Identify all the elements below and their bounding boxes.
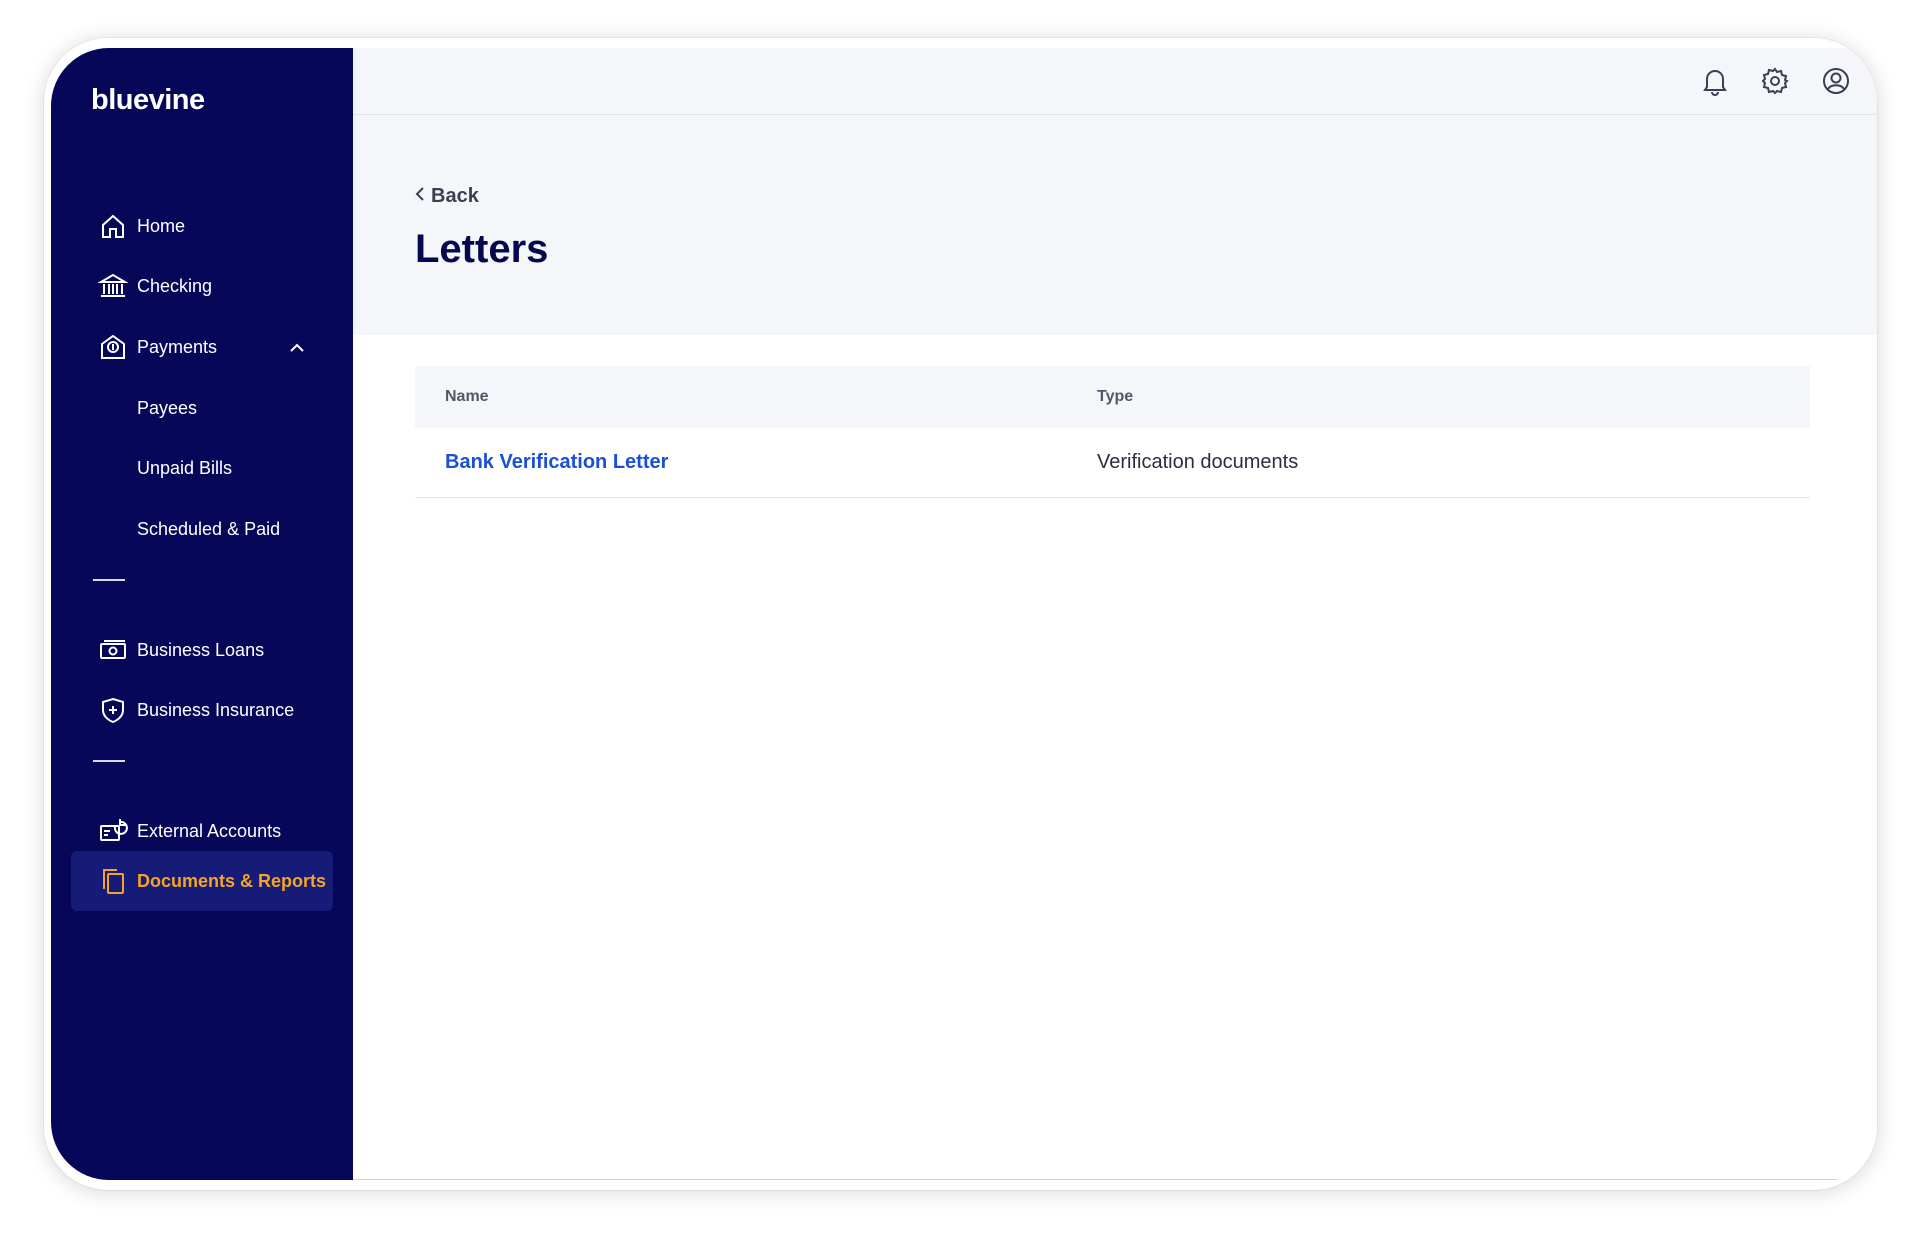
letters-table: Name Type Bank Verification Letter Verif… — [415, 366, 1810, 498]
sidebar-item-home[interactable]: Home — [71, 196, 333, 256]
sidebar-item-label: Unpaid Bills — [137, 457, 233, 478]
sidebar-item-label: Business Loans — [137, 639, 265, 660]
letter-type: Verification documents — [1097, 451, 1299, 473]
shield-icon — [93, 690, 133, 730]
money-icon — [93, 630, 133, 670]
sidebar-item-label: Business Insurance — [137, 699, 295, 720]
bank-icon — [93, 266, 133, 306]
column-header-name[interactable]: Name — [415, 388, 1097, 406]
home-icon — [93, 206, 133, 246]
external-accounts-icon — [93, 811, 133, 851]
chevron-up-icon[interactable] — [289, 337, 305, 358]
sidebar-item-label: Checking — [137, 275, 213, 296]
payments-icon — [93, 327, 133, 367]
nav-divider — [93, 760, 125, 762]
table-row[interactable]: Bank Verification Letter Verification do… — [415, 428, 1810, 498]
chevron-left-icon — [415, 185, 425, 208]
sidebar-item-unpaid-bills[interactable]: Unpaid Bills — [71, 438, 333, 498]
main-content: Back Letters Name Type Bank Verification… — [353, 48, 1877, 1180]
bluevine-logo[interactable]: bluevine — [91, 84, 205, 117]
bell-icon[interactable] — [1698, 64, 1732, 98]
back-link[interactable]: Back — [415, 185, 479, 208]
letter-name-link[interactable]: Bank Verification Letter — [445, 451, 668, 473]
sidebar-item-business-loans[interactable]: Business Loans — [71, 620, 333, 680]
sidebar-item-label: Scheduled & Paid — [137, 518, 281, 539]
sidebar-item-documents-reports[interactable]: Documents & Reports — [71, 851, 333, 911]
page-header: Back Letters — [353, 115, 1877, 335]
sidebar-item-label: Payees — [137, 397, 198, 418]
device-frame: bluevine Home Checking Payments Payees U… — [44, 38, 1877, 1190]
page-title: Letters — [415, 227, 549, 271]
sidebar-item-label: External Accounts — [137, 820, 282, 841]
sidebar-item-label: Payments — [137, 336, 218, 357]
top-bar — [353, 48, 1877, 115]
sidebar-item-payees[interactable]: Payees — [71, 378, 333, 438]
back-label: Back — [431, 185, 479, 207]
gear-icon[interactable] — [1758, 64, 1792, 98]
sidebar-item-label: Documents & Reports — [137, 870, 327, 891]
sidebar-item-scheduled-paid[interactable]: Scheduled & Paid — [71, 499, 333, 559]
user-circle-icon[interactable] — [1819, 64, 1853, 98]
table-header: Name Type — [415, 366, 1810, 428]
documents-icon — [93, 861, 133, 901]
bottom-divider — [353, 1179, 1837, 1180]
sidebar-item-payments[interactable]: Payments — [71, 317, 333, 377]
nav-divider — [93, 579, 125, 581]
sidebar-item-checking[interactable]: Checking — [71, 256, 333, 316]
sidebar-item-business-insurance[interactable]: Business Insurance — [71, 680, 333, 740]
column-header-type[interactable]: Type — [1097, 388, 1810, 406]
sidebar: bluevine Home Checking Payments Payees U… — [51, 48, 353, 1180]
sidebar-item-label: Home — [137, 215, 186, 236]
